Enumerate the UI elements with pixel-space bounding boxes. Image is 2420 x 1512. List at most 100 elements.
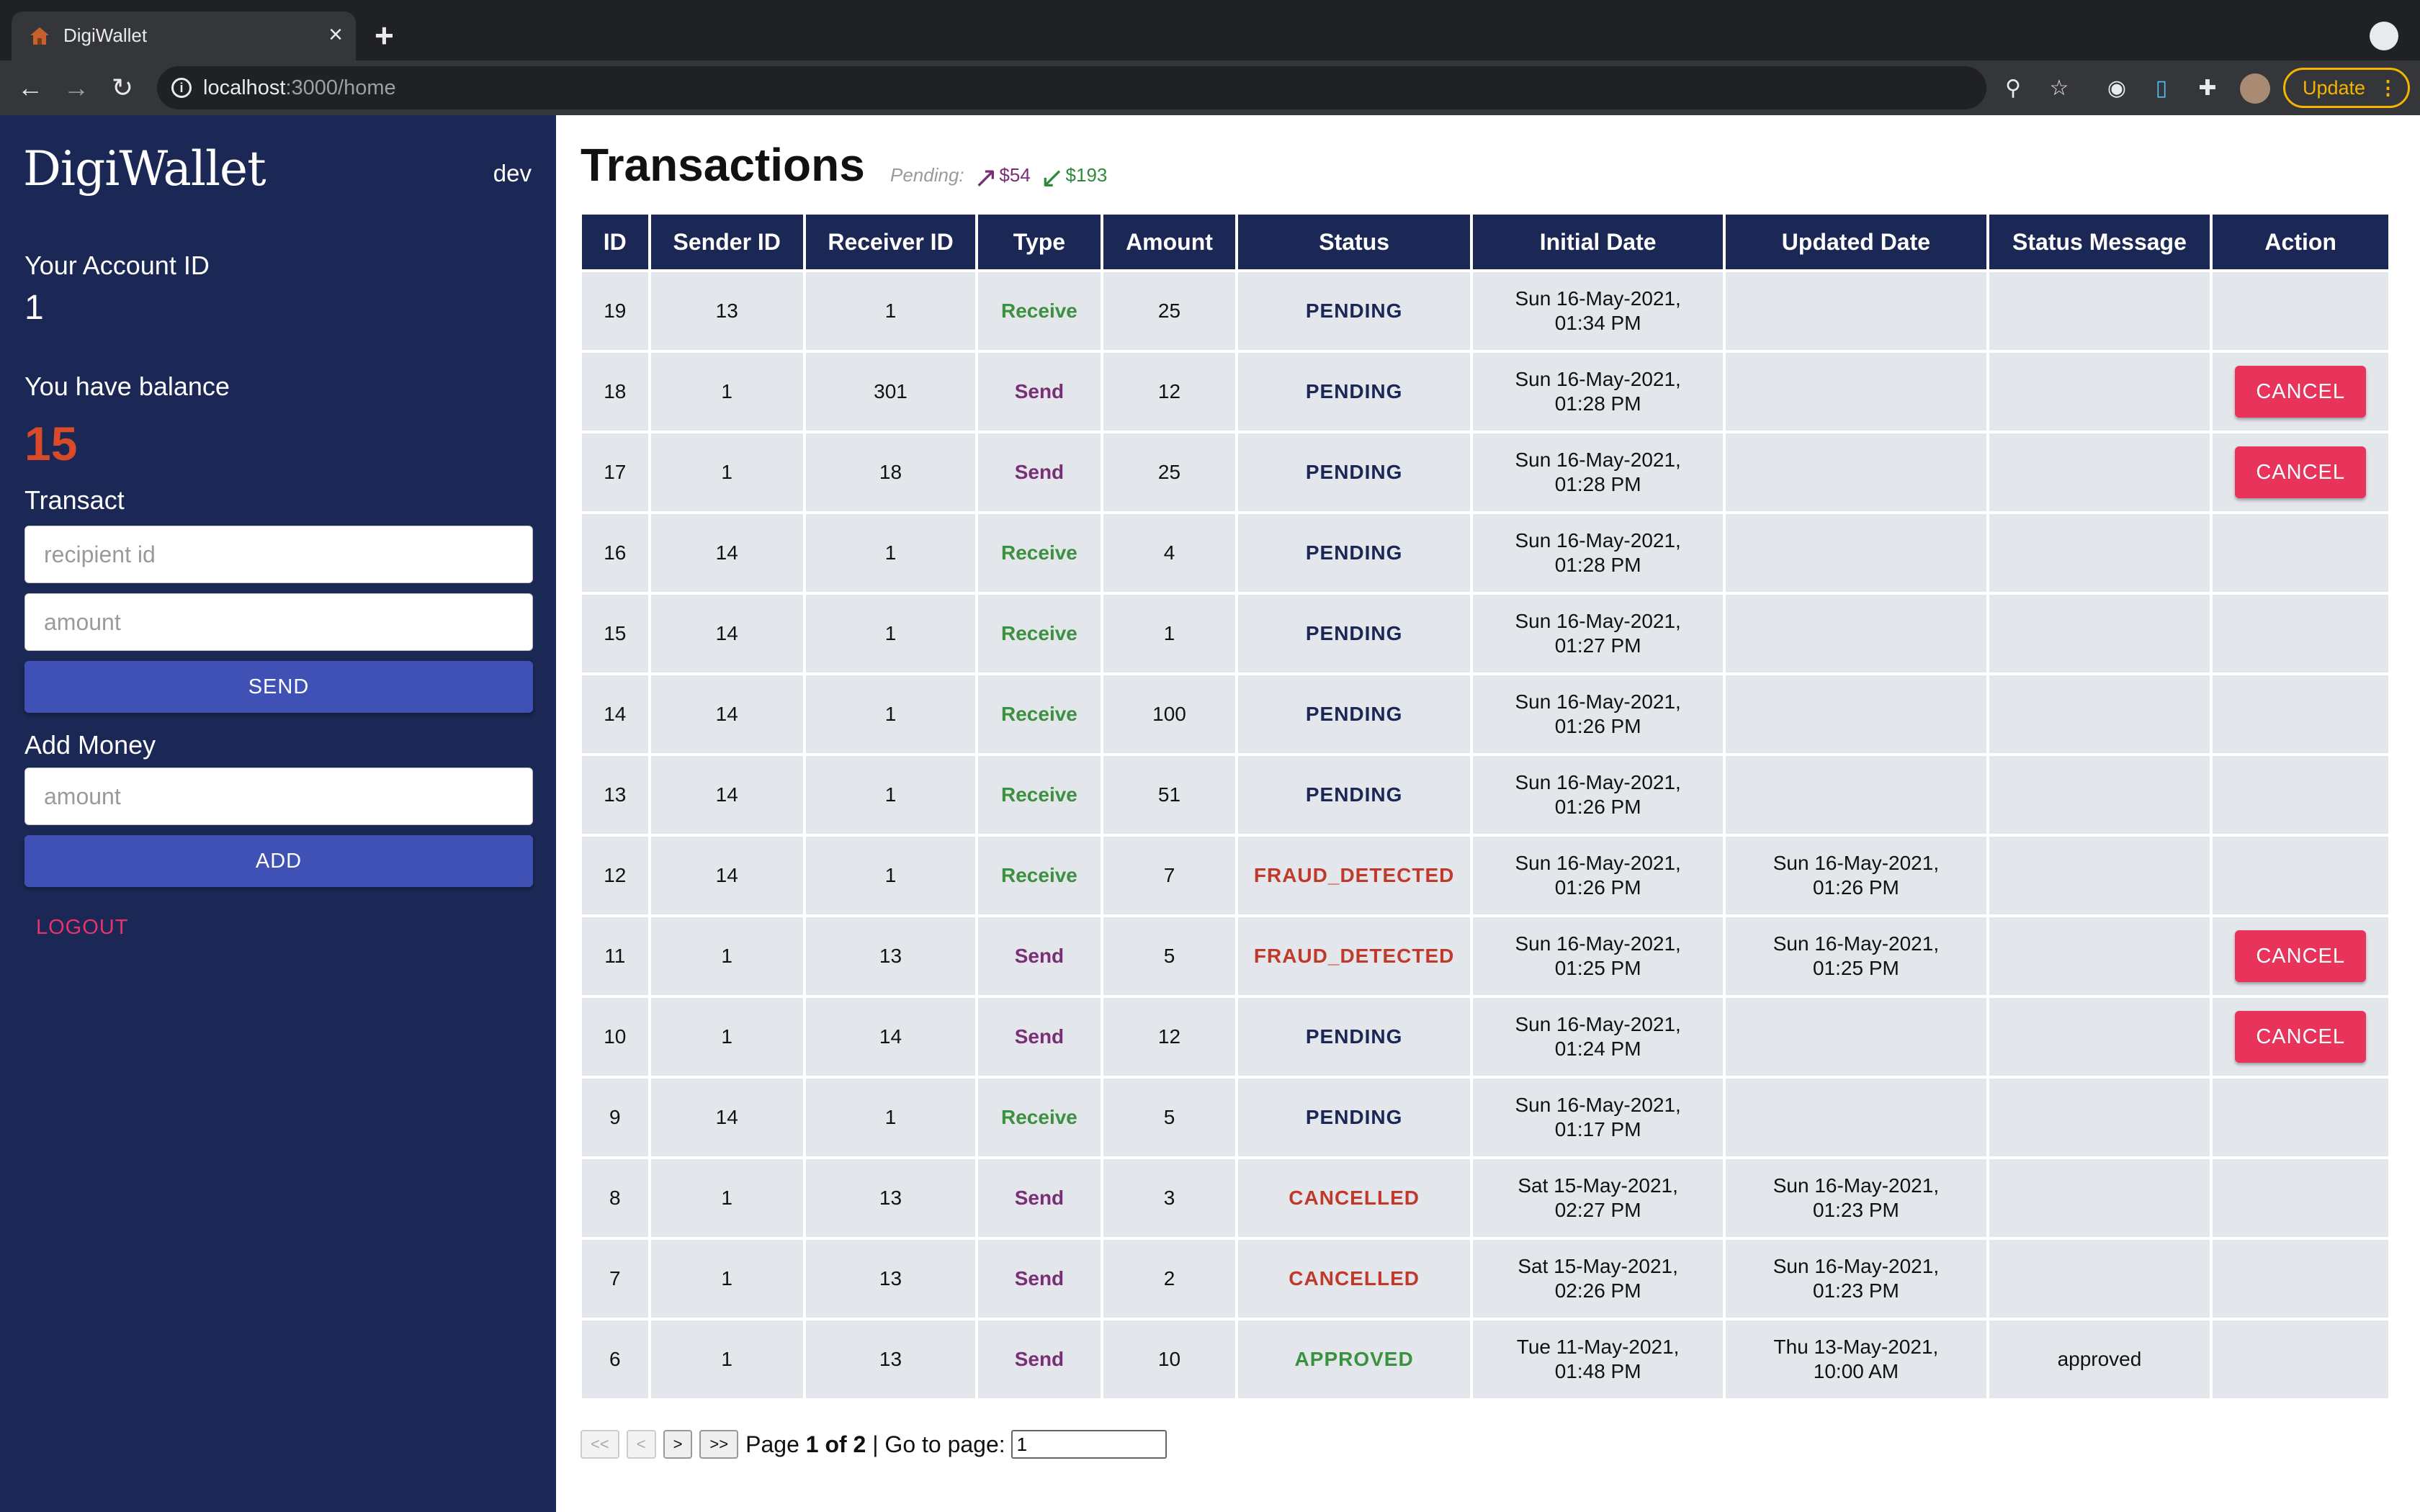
puzzle-icon[interactable]: ✚ xyxy=(2195,76,2220,101)
cell-amount: 51 xyxy=(1103,756,1236,834)
cell-sender: 1 xyxy=(650,1320,803,1398)
cell-updated-date xyxy=(1726,595,1986,672)
cell-type: Receive xyxy=(978,837,1101,914)
home-favicon-icon xyxy=(30,27,49,45)
add-button[interactable]: ADD xyxy=(24,835,533,887)
cell-initial-date: Tue 11-May-2021, 01:48 PM xyxy=(1472,1320,1724,1398)
cancel-button[interactable]: CANCEL xyxy=(2235,930,2367,982)
cell-type: Receive xyxy=(978,272,1101,350)
date-text: Sun 16-May-2021, 01:34 PM xyxy=(1515,287,1681,334)
cancel-button[interactable]: CANCEL xyxy=(2235,446,2367,498)
transact-amount-input[interactable] xyxy=(24,593,533,651)
column-header[interactable]: Status xyxy=(1238,215,1470,269)
browser-tab[interactable]: DigiWallet × xyxy=(12,12,356,60)
cell-updated-date: Thu 13-May-2021, 10:00 AM xyxy=(1726,1320,1986,1398)
column-header[interactable]: Updated Date xyxy=(1726,215,1986,269)
cell-type: Receive xyxy=(978,756,1101,834)
location-icon[interactable]: ⚲ xyxy=(2001,76,2025,101)
cell-receiver: 1 xyxy=(805,514,976,592)
extension-icon[interactable]: ▯ xyxy=(2149,76,2174,101)
cell-sender: 14 xyxy=(650,837,803,914)
cell-type: Send xyxy=(978,1320,1101,1398)
cell-initial-date: Sun 16-May-2021, 01:17 PM xyxy=(1472,1079,1724,1156)
column-header[interactable]: Action xyxy=(2213,215,2388,269)
extension-icon[interactable]: ◉ xyxy=(2105,76,2129,101)
send-button[interactable]: SEND xyxy=(24,661,533,713)
cell-amount: 3 xyxy=(1103,1159,1236,1237)
cell-action xyxy=(2213,675,2388,753)
cell-updated-date: Sun 16-May-2021, 01:23 PM xyxy=(1726,1159,1986,1237)
avatar[interactable] xyxy=(2240,73,2270,104)
cell-receiver: 301 xyxy=(805,353,976,431)
table-row: 19 13 1 Receive 25 PENDING Sun 16-May-2021, 01… xyxy=(582,272,2388,350)
cell-message xyxy=(1989,1159,2210,1237)
cell-sender: 14 xyxy=(650,595,803,672)
back-icon[interactable]: ← xyxy=(14,72,46,104)
column-header[interactable]: Type xyxy=(978,215,1101,269)
cell-status: PENDING xyxy=(1238,353,1470,431)
cancel-button[interactable]: CANCEL xyxy=(2235,1011,2367,1063)
goto-page-input[interactable] xyxy=(1010,1430,1167,1459)
date-text: Sun 16-May-2021, 01:26 PM xyxy=(1515,771,1681,818)
last-page-button[interactable]: >> xyxy=(699,1430,739,1459)
cell-updated-date xyxy=(1726,756,1986,834)
date-text: Sun 16-May-2021, 01:26 PM xyxy=(1773,852,1940,899)
close-icon[interactable]: × xyxy=(328,20,343,49)
date-text: Sun 16-May-2021, 01:23 PM xyxy=(1773,1174,1940,1221)
cell-receiver: 1 xyxy=(805,1079,976,1156)
recipient-id-input[interactable] xyxy=(24,526,533,583)
plus-icon[interactable]: + xyxy=(375,19,394,52)
column-header[interactable]: Initial Date xyxy=(1472,215,1724,269)
star-icon[interactable]: ☆ xyxy=(2047,76,2071,101)
cell-action xyxy=(2213,1240,2388,1318)
page-prefix: Page xyxy=(745,1431,799,1457)
cell-receiver: 13 xyxy=(805,1320,976,1398)
update-button[interactable]: Update ⋮ xyxy=(2283,68,2410,108)
next-page-button[interactable]: > xyxy=(663,1430,693,1459)
cell-message xyxy=(1989,917,2210,995)
cell-amount: 12 xyxy=(1103,998,1236,1076)
cell-action xyxy=(2213,514,2388,592)
table-row: 18 1 301 Send 12 PENDING Sun 16-May-2021, 01:2… xyxy=(582,353,2388,431)
cell-status: CANCELLED xyxy=(1238,1240,1470,1318)
address-bar[interactable]: i localhost:3000/home xyxy=(157,66,1986,109)
cell-sender: 1 xyxy=(650,433,803,511)
cancel-button[interactable]: CANCEL xyxy=(2235,366,2367,418)
cell-receiver: 13 xyxy=(805,917,976,995)
info-icon[interactable]: i xyxy=(171,78,192,98)
cell-action xyxy=(2213,837,2388,914)
cell-type: Send xyxy=(978,1159,1101,1237)
cell-updated-date: Sun 16-May-2021, 01:23 PM xyxy=(1726,1240,1986,1318)
cell-receiver: 1 xyxy=(805,272,976,350)
page-title: Transactions xyxy=(581,139,865,191)
cell-updated-date xyxy=(1726,675,1986,753)
column-header[interactable]: Status Message xyxy=(1989,215,2210,269)
column-header[interactable]: Receiver ID xyxy=(805,215,976,269)
first-page-button[interactable]: << xyxy=(581,1430,619,1459)
cell-status: FRAUD_DETECTED xyxy=(1238,837,1470,914)
cell-message xyxy=(1989,353,2210,431)
table-row: 11 1 13 Send 5 FRAUD_DETECTED Sun 16-May-2021,… xyxy=(582,917,2388,995)
forward-icon[interactable]: → xyxy=(60,72,92,104)
reload-icon[interactable]: ↻ xyxy=(107,72,138,104)
logout-link[interactable]: LOGOUT xyxy=(36,916,128,940)
cell-status: PENDING xyxy=(1238,272,1470,350)
pending-summary: Pending: ↗$54 ↙$193 xyxy=(890,161,1107,194)
cell-status: PENDING xyxy=(1238,998,1470,1076)
cell-status: FRAUD_DETECTED xyxy=(1238,917,1470,995)
column-header[interactable]: ID xyxy=(582,215,648,269)
column-header[interactable]: Sender ID xyxy=(650,215,803,269)
cell-message xyxy=(1989,433,2210,511)
cell-action: CANCEL xyxy=(2213,433,2388,511)
cell-type: Receive xyxy=(978,595,1101,672)
cell-id: 19 xyxy=(582,272,648,350)
add-amount-input[interactable] xyxy=(24,768,533,825)
cell-sender: 1 xyxy=(650,917,803,995)
cell-message xyxy=(1989,837,2210,914)
account-id-label: Your Account ID xyxy=(24,251,210,280)
username: dev xyxy=(493,160,532,186)
prev-page-button[interactable]: < xyxy=(626,1430,656,1459)
column-header[interactable]: Amount xyxy=(1103,215,1236,269)
tab-search-icon[interactable] xyxy=(2370,22,2398,50)
cell-amount: 25 xyxy=(1103,433,1236,511)
